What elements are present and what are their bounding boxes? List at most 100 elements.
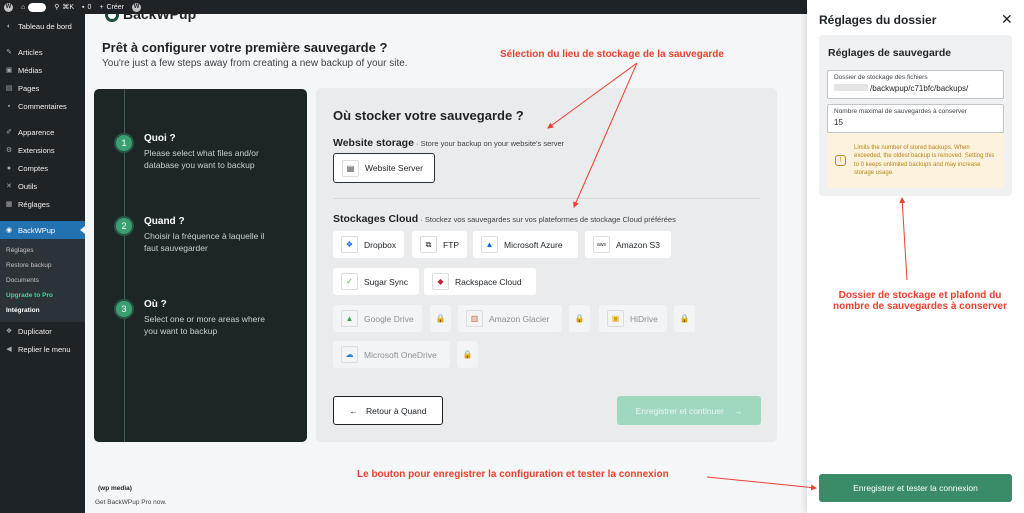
max-backups-field[interactable]: Nombre maximal de sauvegardes à conserve… [827, 104, 1004, 133]
annotation-folder-limit: Dossier de stockage et plafond du nombre… [833, 290, 1007, 312]
storage-option-azure[interactable]: ▲ Microsoft Azure [473, 231, 578, 258]
submenu-item-integration[interactable]: Intégration [0, 303, 85, 318]
site-name-pill [28, 2, 47, 12]
step-title: Où ? [144, 299, 167, 310]
step-number: 1 [114, 133, 134, 153]
step-number: 2 [114, 216, 134, 236]
ftp-icon: ⧉ [420, 236, 437, 253]
dropbox-icon: ❖ [341, 236, 358, 253]
close-icon[interactable]: ✕ [1001, 11, 1013, 28]
save-continue-button[interactable]: Enregistrer et continuer → [617, 396, 761, 425]
plus-icon: + [99, 3, 104, 11]
new-content-menu[interactable]: + Créer [99, 4, 124, 11]
backwpup-submenu: Réglages Restore backup Documents Upgrad… [0, 239, 85, 322]
storage-option-sugarsync[interactable]: ✓ Sugar Sync [333, 268, 419, 295]
arrow-right-icon: → [733, 405, 743, 416]
cloud-storage-heading: Stockages Cloud · Stockez vos sauvegarde… [333, 213, 676, 225]
sugarsync-icon: ✓ [341, 273, 358, 290]
menu-separator [0, 115, 85, 123]
admin-sidebar: ◐ Tableau de bord ✎ Articles ▣ Médias ▤ Pages ▪ C… [0, 14, 85, 513]
wizard-steps: 1 Quoi ? Please select what files and/or … [94, 89, 307, 442]
settings-icon: ▦ [5, 201, 13, 208]
wpmedia-logo: (wp media) [98, 485, 132, 492]
sidebar-item-comptes[interactable]: ● Comptes [0, 159, 85, 177]
warning-notice: ! Limits the number of stored backups. W… [827, 133, 1004, 188]
wordpress-icon: W [4, 2, 13, 12]
menu-separator [0, 213, 85, 221]
storage-option-hidrive: ▣ HiDrive [599, 305, 667, 332]
comment-icon: ▪ [82, 3, 85, 11]
storage-option-website-server[interactable]: ▤ Website Server [333, 153, 435, 183]
sidebar-item-extensions[interactable]: ⚙ Extensions [0, 141, 85, 159]
comments-count: 0 [87, 3, 92, 11]
submenu-item-documents[interactable]: Documents [0, 273, 85, 288]
sidebar-item-label: Tableau de bord [18, 21, 72, 31]
storage-option-dropbox[interactable]: ❖ Dropbox [333, 231, 404, 258]
sidebar-item-tableau-de-bord[interactable]: ◐ Tableau de bord [0, 17, 85, 35]
sidebar-item-label: BackWPup [18, 225, 56, 235]
warning-text: Limits the number of stored backups. Whe… [854, 144, 995, 177]
field-label: Nombre maximal de sauvegardes à conserve… [834, 108, 967, 115]
storage-option-ftp[interactable]: ⧉ FTP [412, 231, 467, 258]
step-description: Select one or more areas where you want … [144, 314, 265, 336]
sidebar-item-label: Replier le menu [18, 344, 71, 354]
redacted-path [834, 84, 868, 91]
storage-panel: Où stocker votre sauvegarde ? Website st… [316, 88, 777, 442]
wordpress-icon: W [132, 2, 142, 12]
storage-option-s3[interactable]: aws Amazon S3 [585, 231, 671, 258]
sidebar-item-outils[interactable]: ✕ Outils [0, 177, 85, 195]
storage-folder-field[interactable]: Dossier de stockage des fichiers /backwp… [827, 70, 1004, 99]
sidebar-item-articles[interactable]: ✎ Articles [0, 43, 85, 61]
wp-performance-menu[interactable]: W [132, 2, 142, 12]
folder-settings-drawer: Réglages du dossier ✕ Réglages de sauveg… [807, 0, 1024, 513]
sidebar-item-apparence[interactable]: ✐ Apparence [0, 123, 85, 141]
field-label: Dossier de stockage des fichiers [834, 74, 928, 81]
storage-option-glacier: ▥ Amazon Glacier [458, 305, 562, 332]
site-home-menu[interactable]: ⌂ [21, 2, 47, 12]
storage-option-rackspace[interactable]: ◆ Rackspace Cloud [424, 268, 536, 295]
submenu-item-upgrade[interactable]: Upgrade to Pro [0, 288, 85, 303]
rackspace-icon: ◆ [432, 273, 449, 290]
sidebar-item-m-dias[interactable]: ▣ Médias [0, 61, 85, 79]
collapse-icon: ◀ [6, 346, 12, 353]
main-content: BackWPup Prêt à configurer votre premièr… [85, 6, 807, 513]
sidebar-item-label: Commentaires [18, 101, 67, 111]
save-test-connection-button[interactable]: Enregistrer et tester la connexion [819, 474, 1012, 502]
drawer-title: Réglages du dossier [819, 13, 937, 27]
azure-icon: ▲ [481, 236, 498, 253]
sidebar-item-label: Articles [18, 47, 43, 57]
warning-icon: ! [835, 155, 846, 166]
backwpup-icon: ◉ [5, 227, 13, 234]
media-icon: ▣ [5, 67, 13, 74]
get-pro-link[interactable]: Get BackWPup Pro now. [95, 499, 167, 506]
step-description: Please select what files and/or database… [144, 148, 259, 170]
sidebar-item-replier-le-menu[interactable]: ◀ Replier le menu [0, 340, 85, 358]
google-drive-icon: ▲ [341, 310, 358, 327]
sidebar-item-label: Extensions [18, 145, 55, 155]
step-where: 3 Où ? Select one or more areas where you… [114, 299, 279, 337]
card-title: Réglages de sauvegarde [828, 47, 952, 59]
lock-icon: 🔒 [569, 305, 590, 332]
sidebar-item-label: Comptes [18, 163, 49, 173]
sidebar-item-commentaires[interactable]: ▪ Commentaires [0, 97, 85, 115]
lock-icon: 🔒 [674, 305, 695, 332]
sidebar-item-duplicator[interactable]: ❖ Duplicator [0, 322, 85, 340]
search-icon: ⚲ [54, 4, 60, 11]
back-button[interactable]: ← Retour à Quand [333, 396, 443, 425]
submenu-item-restore[interactable]: Restore backup [0, 258, 85, 273]
aws-icon: aws [593, 236, 610, 253]
sidebar-item-pages[interactable]: ▤ Pages [0, 79, 85, 97]
duplicator-icon: ❖ [5, 328, 13, 335]
wp-logo-menu[interactable]: W [4, 2, 13, 12]
brush-icon: ✐ [6, 129, 12, 136]
search-shortcut[interactable]: ⚲ ⌘K [54, 3, 74, 11]
wrench-icon: ✕ [6, 183, 12, 190]
sidebar-item-backwpup[interactable]: ◉ BackWPup [0, 221, 85, 239]
submenu-item-reglages[interactable]: Réglages [0, 243, 85, 258]
user-icon: ● [6, 164, 12, 172]
step-number: 3 [114, 299, 134, 319]
storage-option-onedrive: ☁ Microsoft OneDrive [333, 341, 450, 368]
sidebar-item-r-glages[interactable]: ▦ Réglages [0, 195, 85, 213]
onedrive-icon: ☁ [341, 346, 358, 363]
comments-menu[interactable]: ▪ 0 [82, 4, 91, 11]
